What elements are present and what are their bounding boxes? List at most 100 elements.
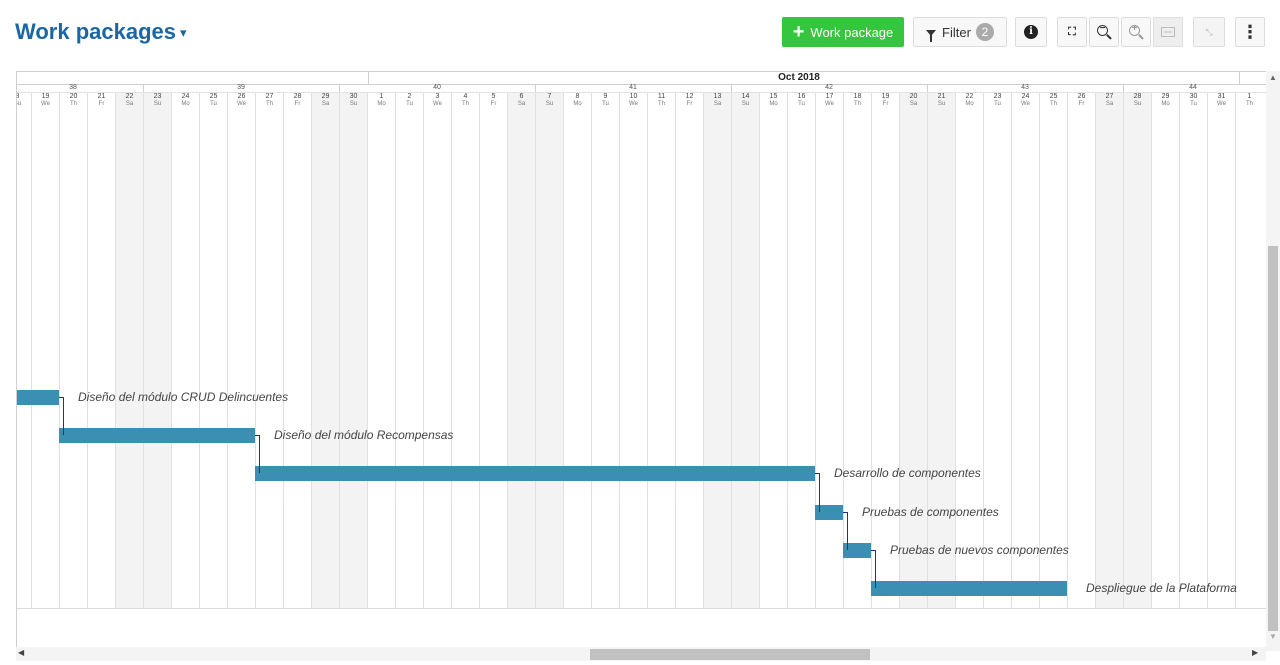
day-of-week: Fr bbox=[1078, 101, 1085, 107]
day-number: 26 bbox=[237, 93, 246, 100]
day-number: 30 bbox=[349, 93, 358, 100]
day-of-week: Tu bbox=[210, 101, 217, 107]
day-of-week: Sa bbox=[517, 101, 526, 107]
day-number: 13 bbox=[713, 93, 722, 100]
task-bar[interactable] bbox=[255, 466, 815, 481]
day-of-week: We bbox=[1021, 101, 1030, 107]
day-number: 27 bbox=[1105, 93, 1114, 100]
task-label: Pruebas de nuevos componentes bbox=[890, 543, 1069, 557]
vertical-scrollbar-thumb[interactable] bbox=[1268, 246, 1278, 631]
info-icon: i bbox=[1024, 25, 1038, 39]
day-number: 1 bbox=[1247, 93, 1252, 100]
task-bar[interactable] bbox=[17, 390, 59, 405]
week-separator bbox=[339, 85, 340, 92]
add-work-package-button[interactable]: + Work package bbox=[782, 17, 904, 47]
week-separator bbox=[731, 85, 732, 92]
day-column: 10 We bbox=[619, 93, 647, 609]
scroll-right-arrow-icon[interactable]: ▶ bbox=[1252, 648, 1264, 661]
day-number: 22 bbox=[125, 93, 134, 100]
day-of-week: Fr bbox=[294, 101, 301, 107]
page-title-text: Work packages bbox=[15, 19, 177, 44]
task-label: Despliegue de la Plataforma bbox=[1086, 581, 1237, 595]
day-of-week: Sa bbox=[713, 101, 722, 107]
chevron-down-icon: ▾ bbox=[180, 25, 187, 41]
day-number: 1 bbox=[379, 93, 384, 100]
page-title[interactable]: Work packages ▾ bbox=[15, 19, 187, 45]
day-column: 30 Su bbox=[339, 93, 367, 609]
day-column: 24 Mo bbox=[171, 93, 199, 609]
day-column: 1 Th bbox=[1235, 93, 1263, 609]
week-number: 38 bbox=[69, 84, 77, 91]
day-of-week: Su bbox=[545, 101, 554, 107]
day-number: 22 bbox=[965, 93, 974, 100]
day-column: 20 Th bbox=[59, 93, 87, 609]
day-of-week: Su bbox=[17, 101, 22, 107]
day-number: 24 bbox=[1021, 93, 1030, 100]
day-number: 9 bbox=[603, 93, 608, 100]
day-number: 29 bbox=[1161, 93, 1170, 100]
day-number: 7 bbox=[547, 93, 552, 100]
day-number: 30 bbox=[1189, 93, 1198, 100]
more-options-button[interactable]: ⋮ bbox=[1235, 17, 1265, 47]
day-number: 8 bbox=[575, 93, 580, 100]
day-number: 11 bbox=[657, 93, 666, 100]
filter-count-badge: 2 bbox=[975, 23, 994, 41]
day-of-week: Mo bbox=[573, 101, 582, 107]
fullscreen-button[interactable]: ⛶ bbox=[1057, 17, 1087, 47]
week-header: 38 39 40 41 42 43 44 bbox=[17, 84, 1267, 93]
day-column: 12 Fr bbox=[675, 93, 703, 609]
week-number: 42 bbox=[825, 84, 833, 91]
scroll-down-arrow-icon[interactable]: ▼ bbox=[1266, 632, 1280, 644]
day-of-week: Th bbox=[657, 101, 665, 107]
day-column: 5 Fr bbox=[479, 93, 507, 609]
month-separator bbox=[368, 72, 369, 84]
day-column: 8Su bbox=[17, 93, 31, 609]
day-number: 29 bbox=[321, 93, 330, 100]
task-bar[interactable] bbox=[59, 428, 255, 443]
day-of-week: Su bbox=[741, 101, 750, 107]
day-column: 9 Tu bbox=[591, 93, 619, 609]
day-number: 20 bbox=[69, 93, 78, 100]
filter-button[interactable]: Filter 2 bbox=[913, 17, 1007, 47]
scroll-left-arrow-icon[interactable]: ◀ bbox=[18, 648, 30, 661]
day-of-week: Fr bbox=[490, 101, 497, 107]
task-label: Pruebas de componentes bbox=[862, 505, 999, 519]
zoom-in-button[interactable]: + bbox=[1121, 17, 1151, 47]
zoom-fit-button[interactable]: ⤡ bbox=[1193, 17, 1225, 47]
day-column: 13 Sa bbox=[703, 93, 731, 609]
zoom-out-icon: − bbox=[1097, 23, 1108, 36]
day-of-week: Mo bbox=[1161, 101, 1170, 107]
week-separator bbox=[143, 85, 144, 92]
relation-line bbox=[63, 397, 64, 435]
day-column: 3 We bbox=[423, 93, 451, 609]
plus-icon: + bbox=[792, 21, 805, 43]
day-column: 4 Th bbox=[451, 93, 479, 609]
day-number: 21 bbox=[937, 93, 946, 100]
day-of-week: Th bbox=[461, 101, 469, 107]
zoom-out-button[interactable]: − bbox=[1089, 17, 1119, 47]
day-of-week: Mo bbox=[769, 101, 778, 107]
details-view-button[interactable]: i bbox=[1015, 17, 1047, 47]
week-separator bbox=[535, 85, 536, 92]
day-of-week: We bbox=[825, 101, 834, 107]
horizontal-scrollbar-thumb[interactable] bbox=[590, 649, 870, 660]
day-column: 1 Mo bbox=[367, 93, 395, 609]
scroll-up-arrow-icon[interactable]: ▲ bbox=[1266, 73, 1280, 85]
day-number: 19 bbox=[881, 93, 890, 100]
task-bar[interactable] bbox=[871, 581, 1067, 596]
day-of-week: Mo bbox=[181, 101, 190, 107]
task-label: Diseño del módulo CRUD Delincuentes bbox=[78, 390, 289, 404]
day-number: 23 bbox=[993, 93, 1002, 100]
day-of-week: Mo bbox=[965, 101, 974, 107]
day-column: 26 We bbox=[227, 93, 255, 609]
day-column: 20 Sa bbox=[899, 93, 927, 609]
auto-zoom-button[interactable] bbox=[1153, 17, 1183, 47]
day-of-week: We bbox=[629, 101, 638, 107]
filter-icon bbox=[926, 29, 937, 42]
day-column: 21 Fr bbox=[87, 93, 115, 609]
day-number: 25 bbox=[1049, 93, 1058, 100]
day-column: 27 Sa bbox=[1095, 93, 1123, 609]
day-of-week: Tu bbox=[1190, 101, 1197, 107]
day-number: 12 bbox=[685, 93, 694, 100]
day-of-week: Fr bbox=[686, 101, 693, 107]
